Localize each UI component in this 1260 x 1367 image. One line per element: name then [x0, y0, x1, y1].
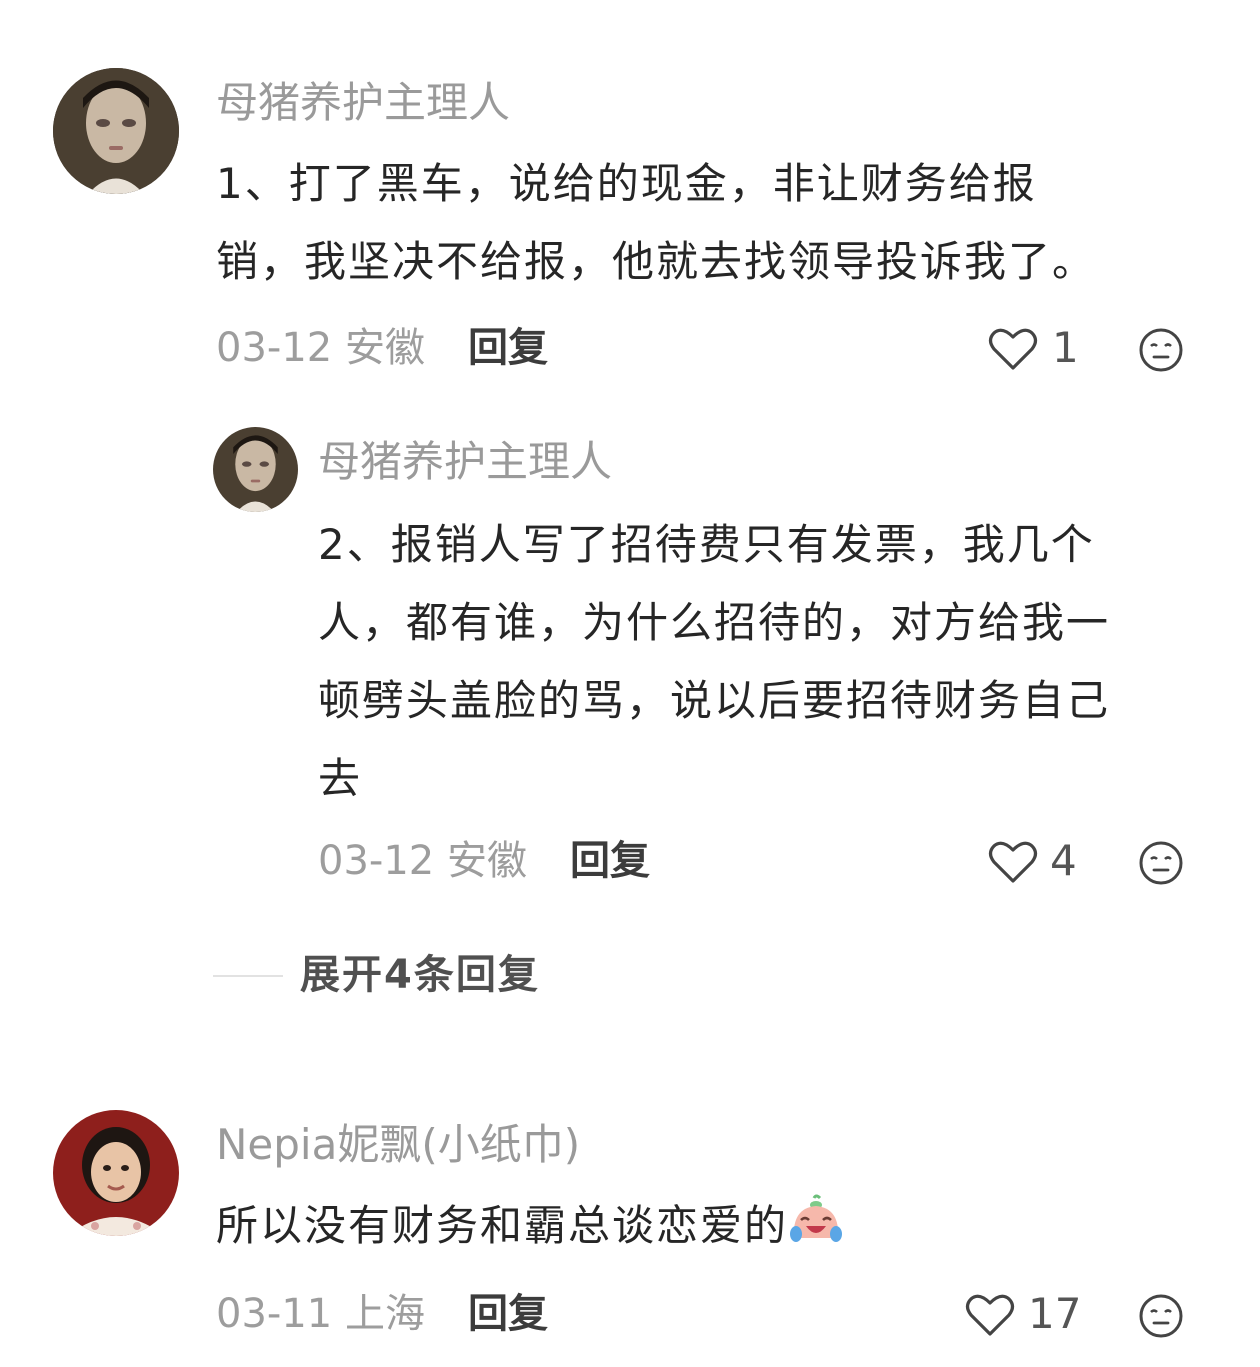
reply-text-line: 去: [318, 754, 363, 803]
neutral-face-icon[interactable]: [1137, 839, 1185, 887]
expand-replies-button[interactable]: 展开4条回复: [300, 950, 540, 1000]
heart-outline-icon[interactable]: [965, 1292, 1015, 1338]
reply-button[interactable]: 回复: [570, 836, 650, 886]
reply-button[interactable]: 回复: [468, 323, 548, 373]
portrait-dark-hair-avatar: [213, 427, 298, 512]
reply-date-location: 03-12 安徽: [318, 838, 527, 884]
comment-username[interactable]: 母猪养护主理人: [216, 78, 510, 128]
child-portrait-avatar: [53, 1110, 179, 1236]
comment-text-line: 1、打了黑车，说给的现金，非让财务给报: [216, 159, 1037, 208]
avatar[interactable]: [53, 68, 179, 194]
reply-button[interactable]: 回复: [468, 1289, 548, 1339]
reply-text-line: 人，都有谁，为什么招待的，对方给我一: [318, 598, 1111, 647]
heart-outline-icon[interactable]: [988, 839, 1038, 885]
comment-username[interactable]: Nepia妮飘(小纸巾): [216, 1120, 580, 1170]
avatar[interactable]: [213, 427, 298, 512]
neutral-face-icon[interactable]: [1137, 326, 1185, 374]
portrait-dark-hair-avatar: [53, 68, 179, 194]
expand-divider: [213, 975, 283, 977]
comment-text-line: 所以没有财务和霸总谈恋爱的: [216, 1201, 789, 1250]
like-count: 1: [1052, 323, 1079, 372]
reply-text-line: 顿劈头盖脸的骂，说以后要招待财务自己: [318, 676, 1111, 725]
comment-date-location: 03-11 上海: [216, 1291, 425, 1337]
avatar[interactable]: [53, 1110, 179, 1236]
comment-text: 所以没有财务和霸总谈恋爱的: [216, 1187, 1216, 1265]
comment-text-line: 销，我坚决不给报，他就去找领导投诉我了。: [216, 237, 1097, 286]
crying-laughing-emoji: [790, 1194, 843, 1242]
like-count: 4: [1050, 836, 1077, 885]
comment-date-location: 03-12 安徽: [216, 325, 425, 371]
heart-outline-icon[interactable]: [988, 326, 1038, 372]
reply-text: 2、报销人写了招待费只有发票，我几个 人，都有谁，为什么招待的，对方给我一 顿劈…: [318, 506, 1218, 818]
neutral-face-icon[interactable]: [1137, 1292, 1185, 1340]
reply-text-line: 2、报销人写了招待费只有发票，我几个: [318, 520, 1095, 569]
comment-text: 1、打了黑车，说给的现金，非让财务给报 销，我坚决不给报，他就去找领导投诉我了。: [216, 145, 1216, 301]
reply-username[interactable]: 母猪养护主理人: [318, 437, 612, 487]
like-count: 17: [1028, 1289, 1082, 1338]
